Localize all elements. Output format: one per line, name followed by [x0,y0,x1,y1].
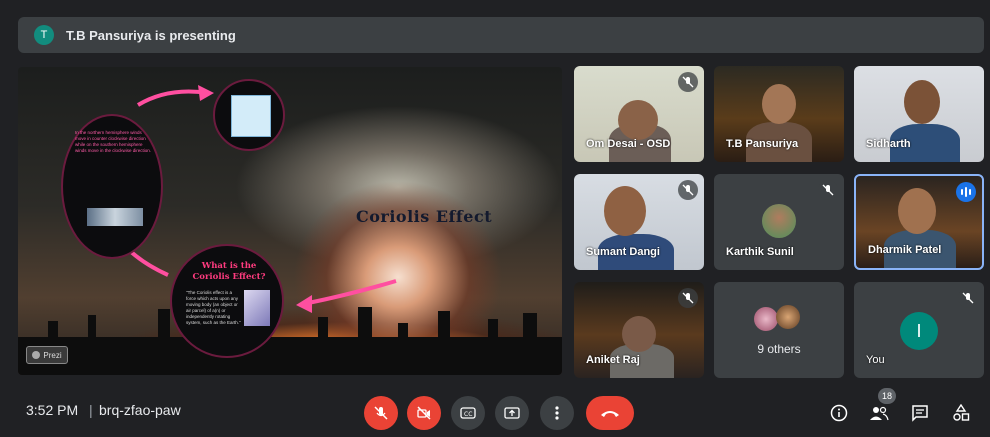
chat-icon [912,405,928,422]
participant-tile[interactable]: Aniket Raj [574,282,704,378]
mic-toggle-button[interactable] [364,396,398,430]
activities-button[interactable] [950,402,972,424]
captions-icon: CC [460,407,476,419]
separator: | [89,402,93,418]
question-circle: What is the Coriolis Effect? "The Coriol… [170,244,284,358]
participant-name: Aniket Raj [586,354,640,366]
participant-face [604,186,646,236]
meeting-code: brq-zfao-paw [99,402,181,418]
mic-off-icon [958,288,978,308]
participant-tile[interactable]: Sumant Dangi [574,174,704,270]
info-button[interactable] [828,402,850,424]
others-label: 9 others [757,342,801,356]
clock: 3:52 PM [26,402,79,418]
mic-off-icon [678,288,698,308]
hemisphere-image [87,208,143,226]
globe-image [231,95,271,137]
people-button[interactable] [868,402,890,424]
globe-circle [213,79,285,151]
presenter-avatar: T [34,25,54,45]
more-options-button[interactable] [540,396,574,430]
more-icon [555,406,559,420]
participant-avatar [776,305,800,329]
participant-name: T.B Pansuriya [726,138,799,150]
prezi-label: Prezi [43,350,62,360]
participant-name: Sidharth [866,138,911,150]
info-icon [830,404,848,422]
participant-tile[interactable]: Karthik Sunil [714,174,844,270]
participant-face [618,100,658,140]
mic-off-icon [678,180,698,200]
slide-title: Coriolis Effect [356,207,493,226]
speaking-icon [956,182,976,202]
end-call-icon [601,411,619,417]
people-icon [870,406,889,421]
self-tile[interactable]: I You [854,282,984,378]
camera-toggle-button[interactable] [407,396,441,430]
participant-tile[interactable]: Om Desai - OSD [574,66,704,162]
participant-face [904,80,940,124]
participant-name: You [866,354,885,366]
svg-text:CC: CC [464,411,472,418]
participant-avatar [762,204,796,238]
participant-tile[interactable]: Sidharth [854,66,984,162]
presenting-text: T.B Pansuriya is presenting [66,27,236,43]
prezi-logo: Prezi [26,346,68,364]
presentation-stage[interactable]: In the northern hemisphere winds move in… [18,67,562,375]
participant-tile[interactable]: Dharmik Patel [854,174,984,270]
camera-off-icon [417,406,431,420]
people-count-badge: 18 [878,388,896,404]
participant-avatar [754,307,778,331]
participant-face [622,316,656,352]
activities-icon [953,404,970,421]
participant-face [898,188,936,234]
bottom-toolbar: 3:52 PM | brq-zfao-paw CC 18 [0,388,990,437]
hemisphere-circle: In the northern hemisphere winds move in… [61,114,163,259]
participant-name: Karthik Sunil [726,246,794,258]
question-title: What is the Coriolis Effect? [192,261,266,282]
end-call-button[interactable] [586,396,634,430]
self-avatar: I [900,312,938,350]
question-description: "The Coriolis effect is a force which ac… [186,290,241,325]
participant-name: Sumant Dangi [586,246,660,258]
prezi-icon [32,351,41,359]
participant-name: Om Desai - OSD [586,138,671,150]
mic-off-icon [374,406,388,420]
presenting-banner: T T.B Pansuriya is presenting [18,17,984,53]
present-button[interactable] [495,396,529,430]
participant-name: Dharmik Patel [868,244,942,256]
others-tile[interactable]: 9 others [714,282,844,378]
captions-button[interactable]: CC [451,396,485,430]
participant-face [762,84,796,124]
mic-off-icon [678,72,698,92]
present-icon [504,407,520,419]
self-avatar-letter: I [916,320,922,341]
hemisphere-text: In the northern hemisphere winds move in… [75,130,152,153]
chat-button[interactable] [909,402,931,424]
question-image [244,290,270,326]
mic-off-icon [818,180,838,200]
participant-tile[interactable]: T.B Pansuriya [714,66,844,162]
